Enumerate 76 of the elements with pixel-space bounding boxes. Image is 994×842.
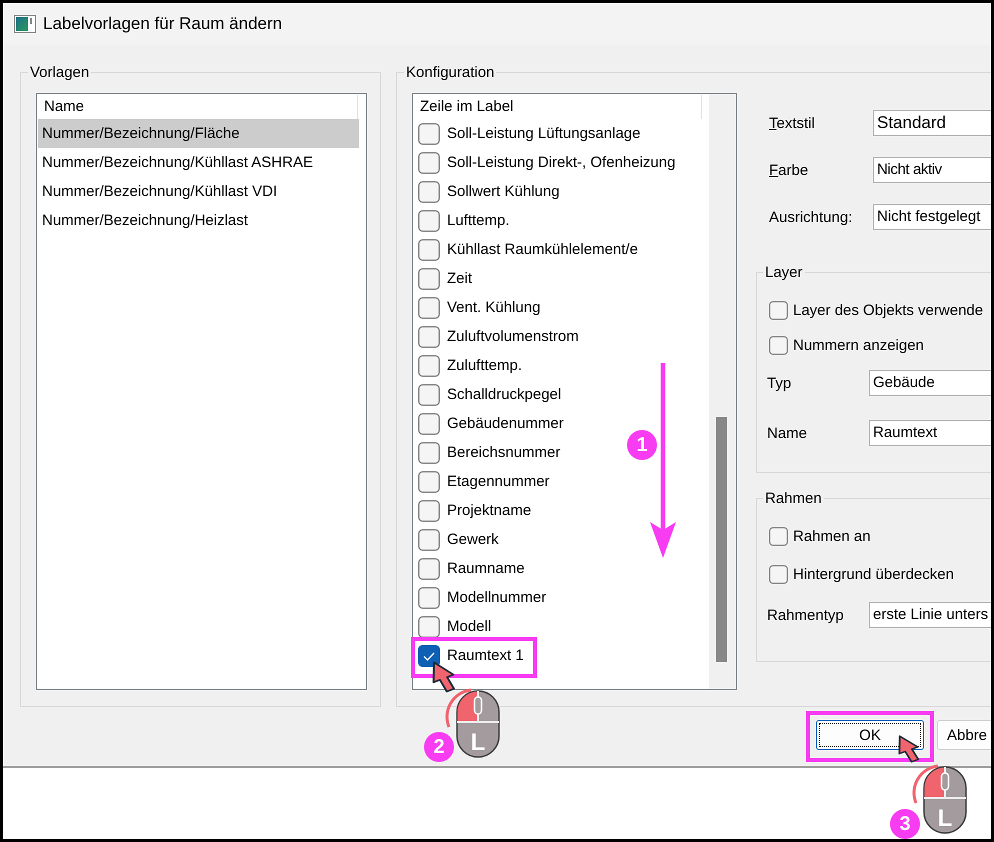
checkbox[interactable] xyxy=(769,564,788,584)
checkbox-label: Projektname xyxy=(447,502,532,519)
scrollbar-thumb[interactable] xyxy=(716,417,727,662)
checkbox[interactable] xyxy=(418,586,440,608)
checkbox[interactable] xyxy=(769,300,788,320)
group-label: Konfiguration xyxy=(405,64,496,81)
field-label: Rahmentyp xyxy=(766,606,845,624)
dropdown[interactable]: Gebäude xyxy=(869,370,991,396)
checkbox-label: Zuluftvolumenstrom xyxy=(447,328,579,345)
checkbox[interactable] xyxy=(418,238,440,260)
checkbox[interactable] xyxy=(769,526,788,546)
checkbox-label: Layer des Objekts verwende xyxy=(793,302,984,318)
checkbox[interactable] xyxy=(418,354,440,376)
column-header[interactable]: Zeile im Label xyxy=(413,95,702,119)
checkbox-label: Raumtext 1 xyxy=(447,647,524,664)
checkbox-label: Gebäudenummer xyxy=(447,415,564,432)
checkbox-label: Nummern anzeigen xyxy=(793,336,924,354)
checkbox-label: Etagennummer xyxy=(447,473,550,490)
group-label: Vorlagen xyxy=(29,64,90,81)
dropdown[interactable]: erste Linie unters xyxy=(869,602,991,628)
checkbox-label: Bereichsnummer xyxy=(447,444,560,461)
pointer-cursor-icon xyxy=(431,660,457,694)
checkbox-label: Sollwert Kühlung xyxy=(447,183,560,200)
template-item[interactable]: Nummer/Bezeichnung/Kühllast VDI xyxy=(38,177,359,206)
checkbox[interactable] xyxy=(418,500,440,522)
checkbox-label: Schalldruckpegel xyxy=(447,386,562,403)
checkbox-label: Hintergrund überdecken xyxy=(793,566,954,582)
checkbox-label: Modell xyxy=(447,618,492,635)
field-label: Typ xyxy=(766,374,792,392)
group-label: Rahmen xyxy=(764,490,823,507)
template-item[interactable]: Nummer/Bezeichnung/Kühllast ASHRAE xyxy=(38,148,359,177)
checkbox-label: Modellnummer xyxy=(447,589,546,606)
window-title: Labelvorlagen für Raum ändern xyxy=(43,14,282,34)
dropdown[interactable]: Nicht aktiv xyxy=(873,157,991,183)
checkbox-label: Rahmen an xyxy=(793,528,871,544)
dropdown[interactable]: Standard xyxy=(873,110,991,136)
app-window-icon xyxy=(14,15,36,33)
field-label: Textstil xyxy=(768,114,816,132)
checkbox-label: Gewerk xyxy=(447,531,499,548)
dropdown[interactable]: Nicht festgelegt xyxy=(873,204,991,230)
step-badge: 3 xyxy=(890,809,920,839)
group-label: Layer xyxy=(764,264,804,281)
checkbox[interactable] xyxy=(769,336,788,354)
checkbox[interactable] xyxy=(418,296,440,318)
checkbox[interactable] xyxy=(418,616,440,638)
field-label: Farbe xyxy=(768,162,810,178)
checkbox[interactable] xyxy=(418,442,440,464)
scrollbar[interactable] xyxy=(709,94,736,689)
checkbox-label: Vent. Kühlung xyxy=(447,299,540,316)
checkbox[interactable] xyxy=(418,152,440,174)
checkbox-label: Kühllast Raumkühlelement/e xyxy=(447,241,638,258)
checkbox[interactable] xyxy=(418,268,440,290)
checkbox[interactable] xyxy=(418,644,440,666)
checkbox[interactable] xyxy=(418,558,440,580)
checkbox[interactable] xyxy=(418,326,440,348)
ok-button[interactable]: OK xyxy=(816,720,924,750)
checkbox-label: Raumname xyxy=(447,560,525,577)
checkbox[interactable] xyxy=(418,122,440,144)
checkbox-label: Zeit xyxy=(447,270,472,287)
checkbox[interactable] xyxy=(418,180,440,202)
checkbox-label: Soll-Leistung Direkt-, Ofenheizung xyxy=(447,154,676,171)
cancel-button[interactable]: Abbre xyxy=(937,720,991,750)
pointer-cursor-icon xyxy=(897,734,921,764)
field-label: Ausrichtung: xyxy=(768,208,854,226)
checkbox-label: Zulufttemp. xyxy=(447,357,522,374)
checkbox[interactable] xyxy=(418,384,440,406)
checkbox-label: Soll-Leistung Lüftungsanlage xyxy=(447,125,640,142)
field-label: Name xyxy=(766,424,808,442)
dropdown[interactable]: Raumtext xyxy=(869,420,991,446)
checkbox[interactable] xyxy=(418,470,440,492)
checkbox[interactable] xyxy=(418,412,440,434)
checkbox[interactable] xyxy=(418,210,440,232)
template-item[interactable]: Nummer/Bezeichnung/Heizlast xyxy=(38,206,359,235)
checkbox-label: Lufttemp. xyxy=(447,212,510,229)
checkbox[interactable] xyxy=(418,528,440,550)
template-item[interactable]: Nummer/Bezeichnung/Fläche xyxy=(38,119,359,148)
